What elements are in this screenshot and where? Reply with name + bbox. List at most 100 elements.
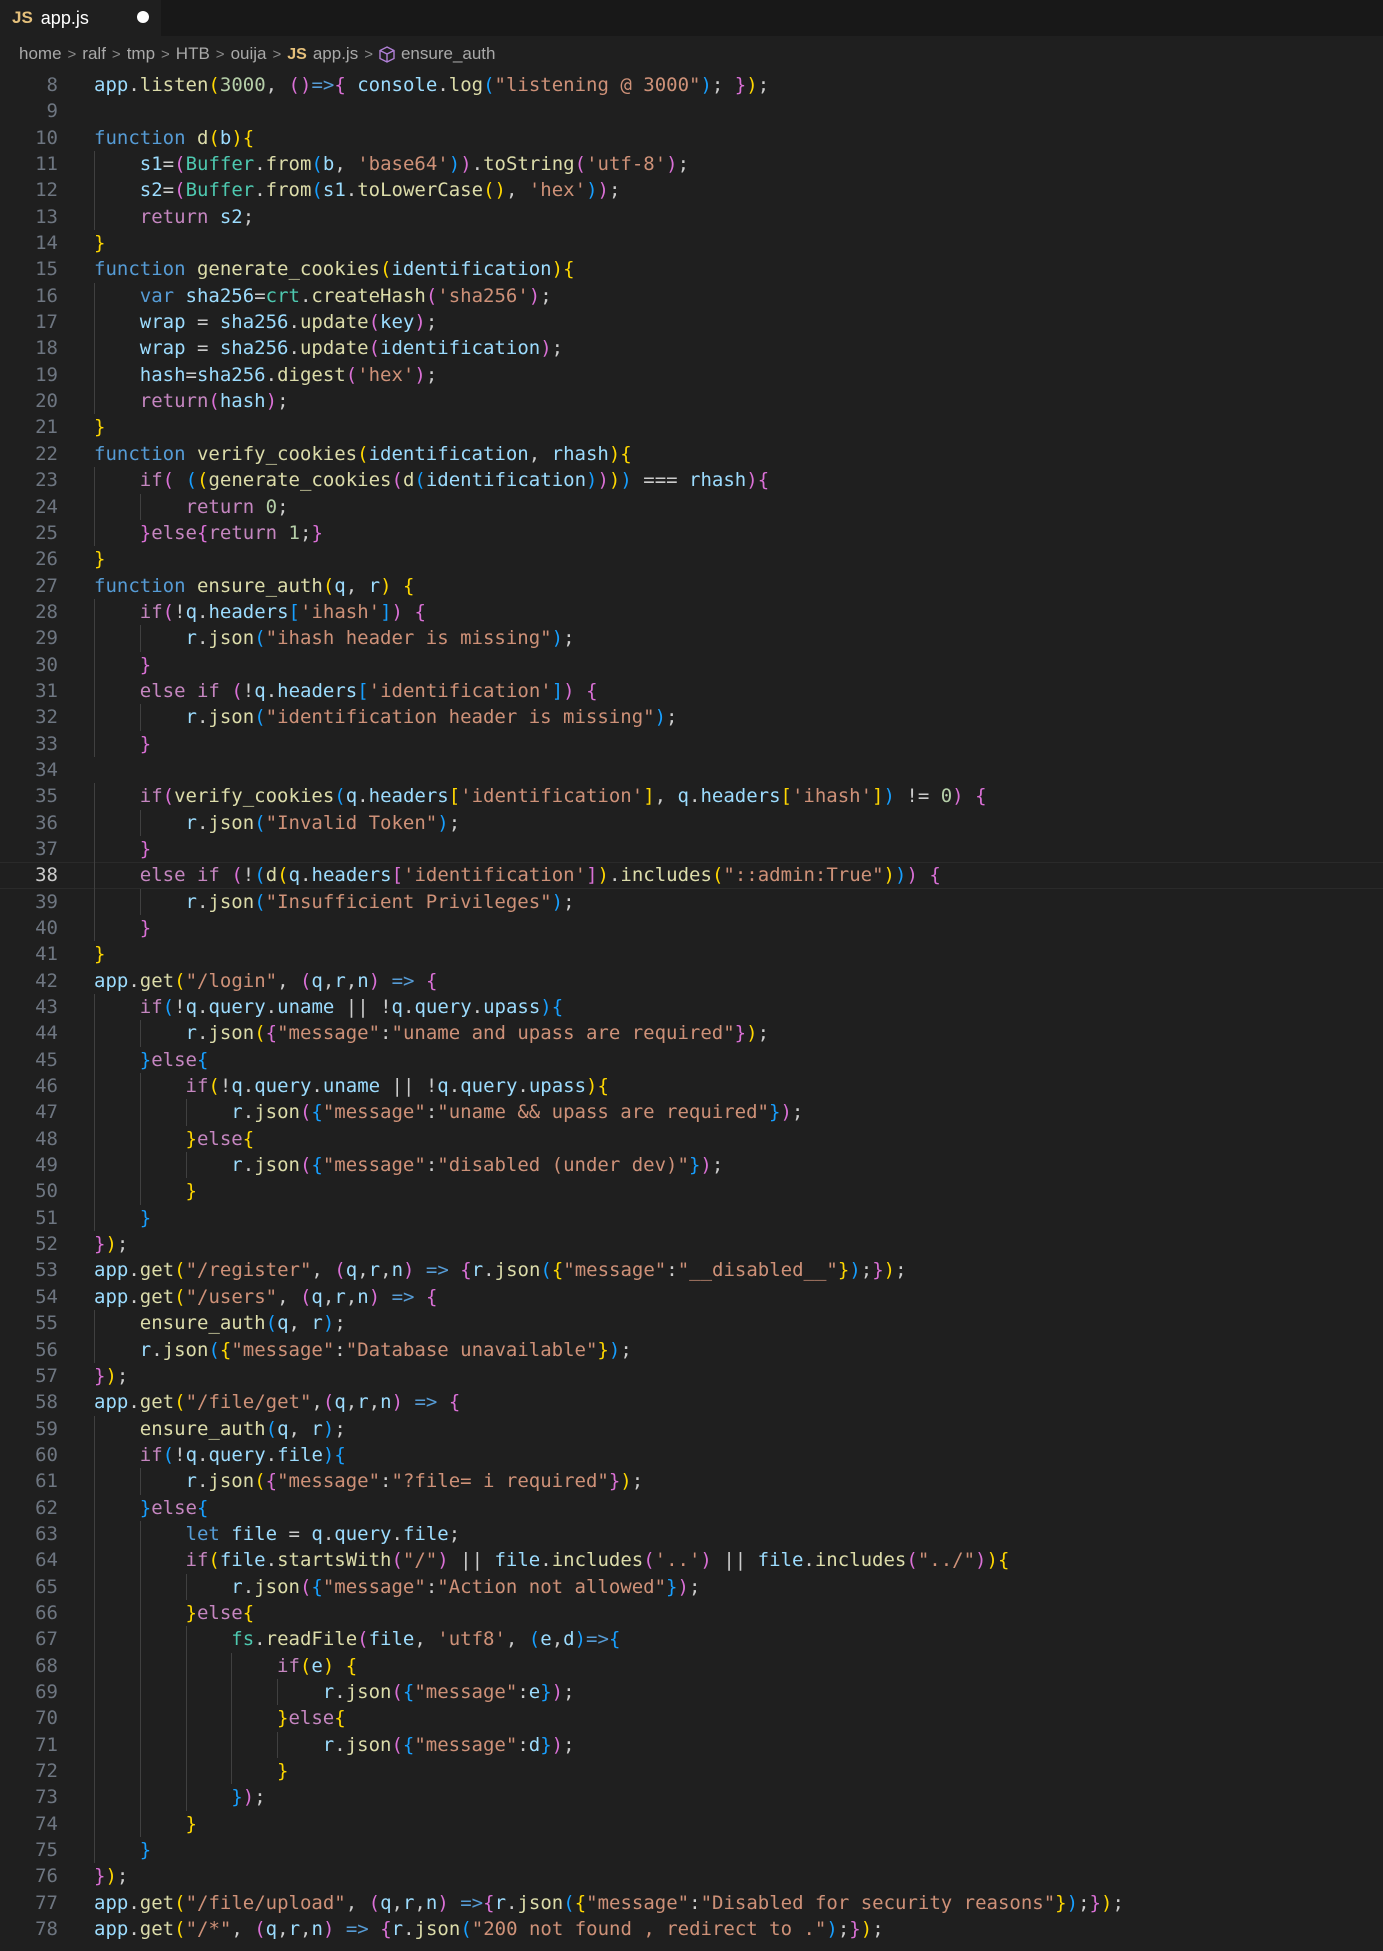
- code-line[interactable]: 11 s1=(Buffer.from(b, 'base64')).toStrin…: [0, 151, 1383, 178]
- code-line[interactable]: 61 r.json({"message":"?file= i required"…: [0, 1468, 1383, 1495]
- code-text: r.json("Insufficient Privileges");: [185, 890, 575, 913]
- code-line[interactable]: 52});: [0, 1231, 1383, 1257]
- code-line[interactable]: 24 return 0;: [0, 493, 1383, 520]
- line-number: 33: [35, 732, 58, 755]
- code-line[interactable]: 44 r.json({"message":"uname and upass ar…: [0, 1020, 1383, 1047]
- code-line[interactable]: 53 app.get("/register", (q,r,n) => {r.jso…: [0, 1257, 1383, 1283]
- breadcrumb-item-tmp[interactable]: tmp: [127, 44, 155, 64]
- code-line[interactable]: 40 }: [0, 915, 1383, 942]
- code-line[interactable]: 64 if(file.startsWith("/") || file.inclu…: [0, 1547, 1383, 1574]
- code-text: }: [139, 1206, 152, 1229]
- code-line[interactable]: 23 if( ((generate_cookies(d(identificati…: [0, 467, 1383, 494]
- code-line[interactable]: 12 s2=(Buffer.from(s1.toLowerCase(), 'he…: [0, 177, 1383, 204]
- code-line[interactable]: 9: [0, 98, 1383, 124]
- code-line[interactable]: 17 wrap = sha256.update(key);: [0, 309, 1383, 336]
- code-line[interactable]: 50 }: [0, 1178, 1383, 1205]
- code-line[interactable]: 28 if(!q.headers['ihash']) {: [0, 598, 1383, 626]
- unsaved-dot-icon[interactable]: [137, 11, 149, 23]
- code-line[interactable]: 72 }: [0, 1758, 1383, 1785]
- code-line[interactable]: 69 r.json({"message":e});: [0, 1678, 1383, 1706]
- tab-bar: JS app.js: [0, 0, 1383, 36]
- code-line[interactable]: 37 }: [0, 835, 1383, 863]
- breadcrumb-item-home[interactable]: home: [19, 44, 62, 64]
- code-line[interactable]: 19 hash=sha256.digest('hex');: [0, 361, 1383, 389]
- code-line[interactable]: 47 r.json({"message":"uname && upass are…: [0, 1099, 1383, 1126]
- code-line[interactable]: 66 }else{: [0, 1599, 1383, 1627]
- code-line[interactable]: 32 r.json("identification header is miss…: [0, 704, 1383, 731]
- code-line[interactable]: 76});: [0, 1863, 1383, 1889]
- code-line[interactable]: 65 r.json({"message":"Action not allowed…: [0, 1573, 1383, 1600]
- code-line[interactable]: 63 let file = q.query.file;: [0, 1520, 1383, 1548]
- line-number: 19: [35, 363, 58, 386]
- tab-app-js[interactable]: JS app.js: [0, 0, 161, 36]
- breadcrumb-item-htb[interactable]: HTB: [176, 44, 210, 64]
- line-number: 47: [35, 1101, 58, 1124]
- code-line[interactable]: 35 if(verify_cookies(q.headers['identifi…: [0, 783, 1383, 810]
- code-line[interactable]: 62 }else{: [0, 1494, 1383, 1521]
- code-line[interactable]: 10 function d(b){: [0, 125, 1383, 151]
- code-line[interactable]: 71 r.json({"message":d});: [0, 1731, 1383, 1758]
- code-line[interactable]: 29 r.json("ihash header is missing");: [0, 625, 1383, 652]
- code-line[interactable]: 51 }: [0, 1204, 1383, 1232]
- code-line[interactable]: 75 }: [0, 1837, 1383, 1864]
- code-line[interactable]: 77 app.get("/file/upload", (q,r,n) =>{r.j…: [0, 1890, 1383, 1916]
- code-line[interactable]: 30 }: [0, 651, 1383, 678]
- breadcrumb-item-symbol[interactable]: ensure_auth: [379, 44, 496, 64]
- code-line[interactable]: 59 ensure_auth(q, r);: [0, 1415, 1383, 1442]
- line-number: 53: [35, 1259, 58, 1282]
- line-number: 35: [35, 785, 58, 808]
- code-line[interactable]: 18 wrap = sha256.update(identification);: [0, 335, 1383, 362]
- code-line[interactable]: 25 }else{return 1;}: [0, 519, 1383, 547]
- code-line[interactable]: 54 app.get("/users", (q,r,n) => {: [0, 1284, 1383, 1310]
- code-line[interactable]: 41}: [0, 941, 1383, 967]
- code-line[interactable]: 15 function generate_cookies(identificati…: [0, 256, 1383, 282]
- code-line[interactable]: 73 });: [0, 1784, 1383, 1811]
- code-line[interactable]: 42 app.get("/login", (q,r,n) => {: [0, 968, 1383, 994]
- code-text: ensure_auth(q, r);: [139, 1417, 346, 1440]
- line-number: 78: [35, 1918, 58, 1941]
- code-line[interactable]: 39 r.json("Insufficient Privileges");: [0, 888, 1383, 915]
- code-line[interactable]: 26}: [0, 546, 1383, 572]
- code-line[interactable]: 58 app.get("/file/get",(q,r,n) => {: [0, 1389, 1383, 1415]
- code-line[interactable]: 68 if(e) {: [0, 1652, 1383, 1679]
- code-line[interactable]: 48 }else{: [0, 1125, 1383, 1153]
- code-line[interactable]: 55 ensure_auth(q, r);: [0, 1310, 1383, 1337]
- code-line[interactable]: 33 }: [0, 730, 1383, 757]
- code-line[interactable]: 43 if(!q.query.uname || !q.query.upass){: [0, 994, 1383, 1021]
- line-number: 17: [35, 311, 58, 334]
- code-line[interactable]: 70 }else{: [0, 1705, 1383, 1732]
- code-line[interactable]: 45 }else{: [0, 1046, 1383, 1074]
- code-line[interactable]: 57});: [0, 1363, 1383, 1389]
- code-line[interactable]: 74 }: [0, 1810, 1383, 1838]
- code-line[interactable]: 21}: [0, 414, 1383, 440]
- code-line[interactable]: 49 r.json({"message":"disabled (under de…: [0, 1152, 1383, 1179]
- code-line[interactable]: 46 if(!q.query.uname || !q.query.upass){: [0, 1073, 1383, 1100]
- code-line[interactable]: 67 fs.readFile(file, 'utf8', (e,d)=>{: [0, 1626, 1383, 1653]
- breadcrumb-item-file[interactable]: JS app.js: [287, 44, 358, 64]
- code-line[interactable]: 27 function ensure_auth(q, r) {: [0, 573, 1383, 599]
- code-line[interactable]: 56 r.json({"message":"Database unavailab…: [0, 1336, 1383, 1363]
- code-line[interactable]: 78 app.get("/*", (q,r,n) => {r.json("200 …: [0, 1916, 1383, 1942]
- code-line[interactable]: 60 if(!q.query.file){: [0, 1441, 1383, 1469]
- code-text: app.get("/file/upload", (q,r,n) =>{r.jso…: [94, 1891, 1124, 1914]
- code-text: r.json({"message":"Action not allowed"})…: [231, 1575, 701, 1598]
- code-line[interactable]: 20 return(hash);: [0, 388, 1383, 415]
- code-line[interactable]: 14}: [0, 230, 1383, 256]
- javascript-file-icon: JS: [12, 8, 33, 27]
- code-line[interactable]: 8 app.listen(3000, ()=>{ console.log("lis…: [0, 72, 1383, 98]
- code-line[interactable]: 16 var sha256=crt.createHash('sha256');: [0, 282, 1383, 310]
- line-number: 30: [35, 653, 58, 676]
- code-line[interactable]: 31 else if (!q.headers['identification']…: [0, 677, 1383, 705]
- code-line[interactable]: 36 r.json("Invalid Token");: [0, 809, 1383, 836]
- code-line[interactable]: 22 function verify_cookies(identification…: [0, 441, 1383, 467]
- line-number: 72: [35, 1760, 58, 1782]
- breadcrumb-item-ralf[interactable]: ralf: [82, 44, 106, 64]
- code-text: }: [139, 917, 152, 939]
- breadcrumb-item-ouija[interactable]: ouija: [231, 44, 267, 64]
- code-line[interactable]: 13 return s2;: [0, 203, 1383, 231]
- code-line[interactable]: 38 else if (!(d(q.headers['identificatio…: [0, 862, 1383, 889]
- code-line[interactable]: 34: [0, 757, 1383, 783]
- line-number: 26: [35, 548, 58, 571]
- code-editor[interactable]: 8 app.listen(3000, ()=>{ console.log("lis…: [0, 72, 1383, 1951]
- code-text: if(verify_cookies(q.headers['identificat…: [139, 785, 987, 808]
